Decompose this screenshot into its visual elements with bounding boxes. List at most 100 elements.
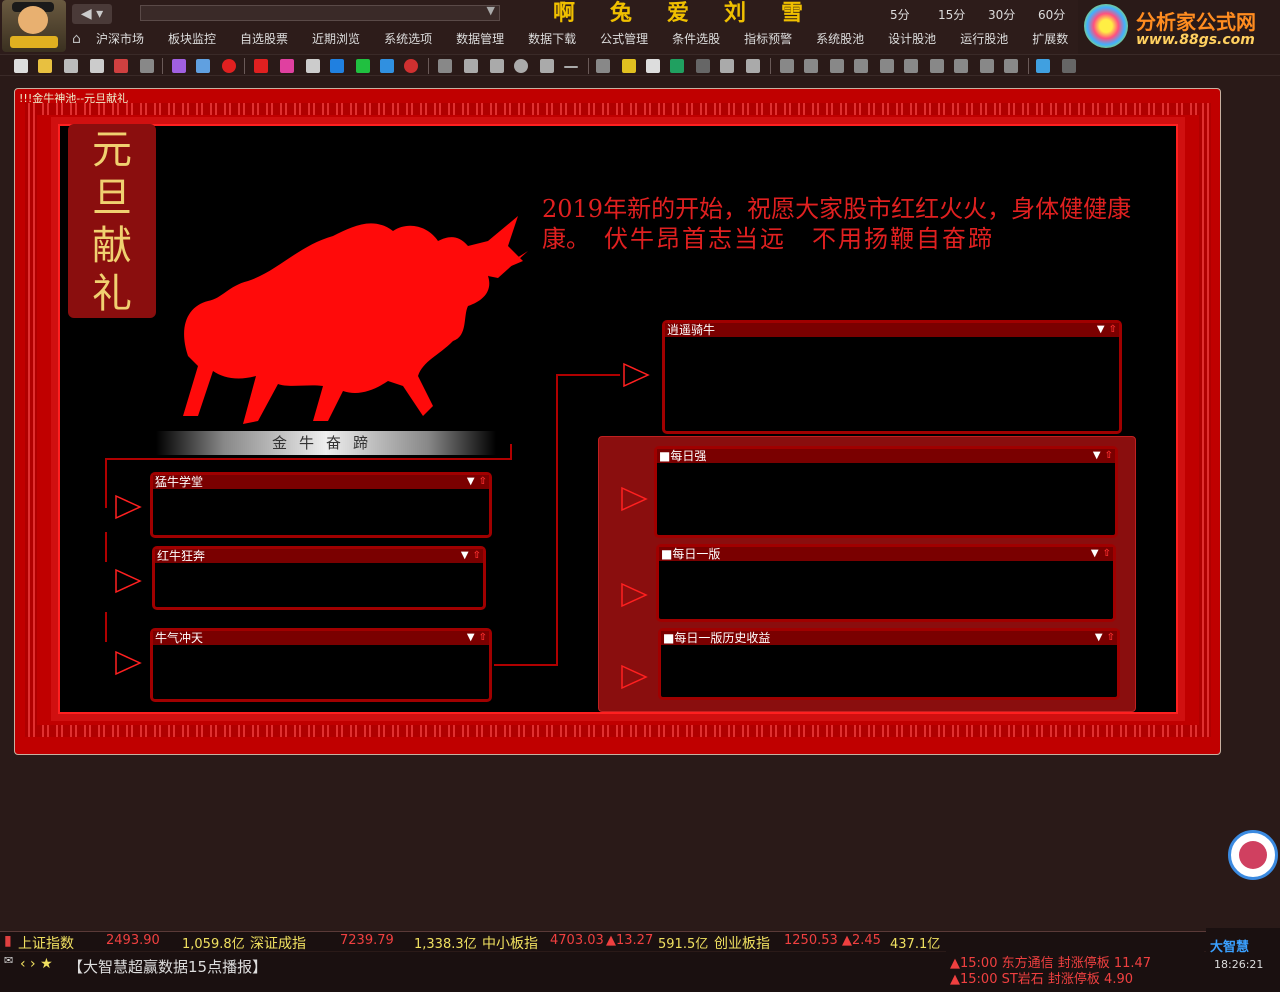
zoom-icon[interactable] (196, 59, 210, 73)
menu-item[interactable]: 数据下载 (528, 29, 576, 49)
period-5m[interactable]: 5分 (890, 6, 910, 23)
menu-item[interactable]: 沪深市场 (96, 29, 144, 49)
same-height-icon[interactable] (1004, 59, 1018, 73)
rect-icon[interactable] (464, 59, 478, 73)
app-logo[interactable] (2, 0, 66, 52)
zx-index-name[interactable]: 中小板指 (482, 933, 538, 953)
canvas-area: 元 旦 献 礼 金牛奋蹄 2019年新的开始，祝愿大家股市红红火火，身体健健康康… (58, 124, 1178, 714)
zx-index-value: 4703.03 (550, 933, 604, 948)
block-controls[interactable]: ▼ ⇧ (467, 475, 487, 489)
menu-item[interactable]: 自选股票 (240, 29, 288, 49)
cy-index-name[interactable]: 创业板指 (714, 933, 770, 953)
align-right-icon[interactable] (830, 59, 844, 73)
block-controls[interactable]: ▼ ⇧ (1093, 449, 1113, 463)
space-v-icon[interactable] (954, 59, 968, 73)
formula-block-hongniu[interactable]: 红牛狂奔 ▼ ⇧ (152, 546, 486, 610)
delete-icon[interactable] (356, 59, 370, 73)
same-width-icon[interactable] (980, 59, 994, 73)
align-center-icon[interactable] (804, 59, 818, 73)
address-bar[interactable]: ▼ (140, 4, 500, 21)
align-bottom-icon[interactable] (904, 59, 918, 73)
link-icon[interactable] (404, 59, 418, 73)
close-icon[interactable] (1062, 59, 1076, 73)
banner-title: 分析家公式网 (1136, 10, 1256, 34)
mail-icon[interactable]: ✉ (4, 954, 13, 967)
block-controls[interactable]: ▼ ⇧ (461, 549, 481, 563)
assistant-avatar-icon[interactable] (1228, 830, 1278, 880)
record-icon[interactable] (222, 59, 236, 73)
site-banner[interactable]: 分析家公式网 www.88gs.com (1078, 0, 1280, 54)
menu-item[interactable]: 指标预警 (744, 29, 792, 49)
rounded-rect-icon[interactable] (490, 59, 504, 73)
period-60m[interactable]: 60分 (1038, 6, 1065, 23)
plaque-char: 元 (92, 127, 132, 173)
pointer-icon[interactable] (254, 59, 268, 73)
download-icon[interactable] (622, 59, 636, 73)
formula-block-xiaoyao[interactable]: 逍遥骑牛 ▼ ⇧ (662, 320, 1122, 434)
block-controls[interactable]: ▼ ⇧ (1095, 631, 1115, 645)
ellipse-icon[interactable] (514, 59, 528, 73)
database-icon[interactable] (280, 59, 294, 73)
menu-item[interactable]: 系统选项 (384, 29, 432, 49)
new-file-icon[interactable] (14, 59, 28, 73)
grid-icon[interactable] (172, 59, 186, 73)
formula-block-meiriqiang[interactable]: ■每日强 ▼ ⇧ (654, 446, 1118, 538)
sh-index-name[interactable]: 上证指数 (18, 933, 74, 953)
menu-item[interactable]: 条件选股 (672, 29, 720, 49)
formula-block-meiriyiban[interactable]: ■每日一版 ▼ ⇧ (656, 544, 1116, 622)
menu-item[interactable]: 扩展数 (1032, 29, 1068, 49)
dzh-logo[interactable]: 大智慧 (1210, 936, 1249, 955)
menu-item[interactable]: 数据管理 (456, 29, 504, 49)
menu-item[interactable]: 近期浏览 (312, 29, 360, 49)
sz-index-name[interactable]: 深证成指 (250, 933, 306, 953)
cut-icon[interactable] (114, 59, 128, 73)
home-icon[interactable]: ⌂ (72, 29, 96, 49)
block-controls[interactable]: ▼ ⇧ (467, 631, 487, 645)
expand-icon[interactable] (1036, 59, 1050, 73)
blank-icon[interactable] (646, 59, 660, 73)
period-15m[interactable]: 15分 (938, 6, 965, 23)
triangle-icon[interactable] (540, 59, 554, 73)
formula-block-mengniu[interactable]: 猛牛学堂 ▼ ⇧ (150, 472, 492, 538)
align-top-icon[interactable] (854, 59, 868, 73)
menu-item[interactable]: 公式管理 (600, 29, 648, 49)
back-forward-buttons[interactable]: ◀ ▾ (72, 4, 112, 24)
alert-panel: ▲15:00 东方通信 封涨停板 11.47 ▲15:00 ST岩石 封涨停板 … (946, 932, 1204, 992)
arrow-right-icon[interactable] (380, 59, 394, 73)
swap-icon[interactable] (140, 59, 154, 73)
play-icon[interactable] (330, 59, 344, 73)
menu-item[interactable]: 系统股池 (816, 29, 864, 49)
print-icon[interactable] (90, 59, 104, 73)
news-ticker[interactable]: 【大智慧超赢数据15点播报】 (68, 956, 267, 977)
menu-item[interactable]: 板块监控 (168, 29, 216, 49)
menu-item[interactable]: 设计股池 (888, 29, 936, 49)
open-folder-icon[interactable] (38, 59, 52, 73)
ticker-nav-icon[interactable]: ‹ › ★ (20, 956, 53, 972)
connector (105, 612, 107, 642)
sh-index-value: 2493.90 (106, 933, 160, 948)
window-icon[interactable] (720, 59, 734, 73)
list-icon[interactable] (306, 59, 320, 73)
plaque-char: 礼 (92, 271, 132, 317)
align-left-icon[interactable] (780, 59, 794, 73)
block-controls[interactable]: ▼ ⇧ (1097, 323, 1117, 337)
search-icon[interactable] (596, 59, 610, 73)
menu-item[interactable]: 运行股池 (960, 29, 1008, 49)
formula-block-niuqi[interactable]: 牛气冲天 ▼ ⇧ (150, 628, 492, 702)
zx-index-change: ▲13.27 (606, 933, 654, 948)
table-icon[interactable] (670, 59, 684, 73)
chevron-down-icon[interactable]: ▼ (487, 4, 495, 17)
space-h-icon[interactable] (930, 59, 944, 73)
alert-line[interactable]: ▲15:00 ST岩石 封涨停板 4.90 (950, 968, 1133, 987)
block-controls[interactable]: ▼ ⇧ (1091, 547, 1111, 561)
windows-icon[interactable] (746, 59, 760, 73)
period-30m[interactable]: 30分 (988, 6, 1015, 23)
format-icon[interactable] (696, 59, 710, 73)
text-icon[interactable] (438, 59, 452, 73)
align-middle-icon[interactable] (880, 59, 894, 73)
save-icon[interactable] (64, 59, 78, 73)
alarm-icon[interactable]: ▮ (4, 933, 12, 949)
line-icon[interactable] (564, 66, 578, 68)
formula-block-history[interactable]: ■每日一版历史收益 ▼ ⇧ (658, 628, 1120, 700)
brand-title: 啊 兔 爱 刘 雪 (553, 1, 807, 26)
